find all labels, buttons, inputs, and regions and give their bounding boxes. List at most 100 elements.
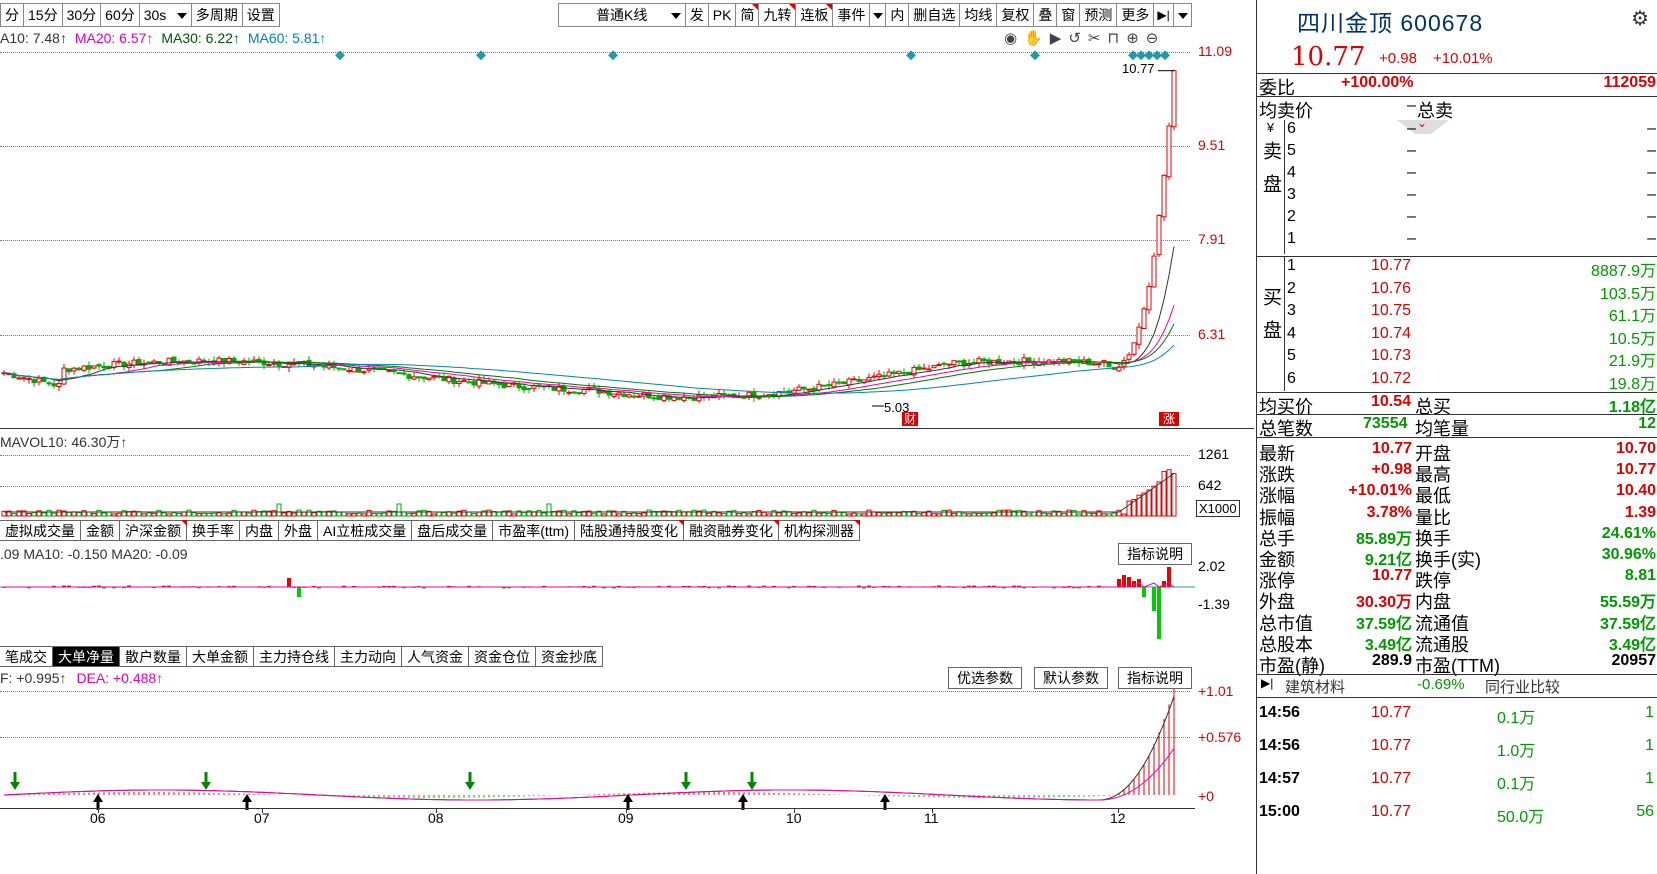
event-marker[interactable]: [906, 50, 916, 61]
kline-chart[interactable]: [0, 48, 1195, 428]
tool-jiuzhuan[interactable]: 九转: [759, 3, 797, 27]
event-dropdown[interactable]: [870, 3, 887, 27]
zoom-in-icon[interactable]: ⊕: [1126, 30, 1146, 47]
undo-icon[interactable]: ↺: [1068, 30, 1088, 47]
volume-bar: [301, 511, 307, 517]
x-axis-tick: [98, 808, 99, 813]
event-marker[interactable]: [476, 50, 486, 61]
tool-jian[interactable]: 简: [736, 3, 760, 27]
settings-button[interactable]: 设置: [242, 3, 280, 27]
indicator-tab[interactable]: 市盈率(ttm): [493, 520, 575, 541]
tool-fuquan[interactable]: 复权: [997, 3, 1035, 27]
candle: [271, 362, 277, 365]
indicator-tab[interactable]: 大单金额: [187, 646, 254, 667]
chart-area[interactable]: 分 15分 30分 60分 30s 多周期 设置 普通K线 发 PK 简 九转 …: [0, 0, 1254, 874]
indicator-tab[interactable]: 金额: [81, 520, 120, 541]
buy-level-row[interactable]: 2 10.76 103.5万: [1257, 280, 1657, 303]
tool-delete-watch[interactable]: 删自选: [909, 3, 961, 27]
tool-lianban[interactable]: 连板: [796, 3, 834, 27]
collapse-arrow-icon[interactable]: ▶|: [1261, 676, 1273, 690]
candle: [636, 395, 642, 398]
sell-level-row[interactable]: 5 – –: [1257, 142, 1657, 164]
industry-row[interactable]: ▶| 建筑材料 -0.69% 同行业比较: [1257, 676, 1657, 698]
tool-event[interactable]: 事件: [833, 3, 871, 27]
tool-more[interactable]: 更多: [1117, 3, 1155, 27]
volume-bar: [86, 511, 92, 517]
weibi-value: +100.00%: [1341, 74, 1414, 91]
eye-icon[interactable]: ◉: [1004, 30, 1024, 47]
indicator-tab[interactable]: 换手率: [187, 520, 240, 541]
event-marker[interactable]: [1030, 50, 1040, 61]
indicator-tab[interactable]: 外盘: [279, 520, 318, 541]
indicator-tab[interactable]: 资金仓位: [469, 646, 536, 667]
tool-nei[interactable]: 内: [886, 3, 910, 27]
indicator-tab[interactable]: AI立桩成交量: [318, 520, 413, 541]
sell-level-row[interactable]: 4 – –: [1257, 164, 1657, 186]
event-marker[interactable]: [1160, 50, 1170, 61]
tool-fa[interactable]: 发: [685, 3, 709, 27]
period-1min[interactable]: 分: [0, 3, 24, 27]
volume-bar: [936, 513, 942, 517]
candle: [391, 369, 397, 373]
volume-chart[interactable]: [0, 454, 1195, 518]
indicator-tab[interactable]: 盘后成交量: [412, 520, 494, 541]
tool-window[interactable]: 窗: [1057, 3, 1081, 27]
period-15min[interactable]: 15分: [24, 3, 63, 27]
indicator-tab[interactable]: 人气资金: [402, 646, 469, 667]
event-marker[interactable]: [335, 50, 345, 61]
price-axis-label: 9.51: [1198, 137, 1226, 153]
industry-name[interactable]: 建筑材料: [1285, 676, 1345, 697]
indicator-tab[interactable]: 散户数量: [120, 646, 187, 667]
buy-level-row[interactable]: 5 10.73 21.9万: [1257, 347, 1657, 370]
tool-forecast[interactable]: 预测: [1080, 3, 1118, 27]
sell-level-row[interactable]: 2 – –: [1257, 208, 1657, 230]
indicator-tab[interactable]: 内盘: [240, 520, 279, 541]
indicator1-explain-button[interactable]: 指标说明: [1118, 543, 1192, 565]
buy-level-row[interactable]: 3 10.75 61.1万: [1257, 302, 1657, 325]
macd-chart[interactable]: [0, 686, 1195, 811]
indicator-tab[interactable]: 陆股通持股变化: [575, 520, 684, 541]
kline-type-dropdown[interactable]: 普通K线: [557, 3, 686, 27]
buy-level-row[interactable]: 1 10.77 8887.9万: [1257, 257, 1657, 280]
volume-bar: [591, 512, 597, 517]
toolbar-overflow[interactable]: [1174, 3, 1193, 27]
hand-icon[interactable]: ✋: [1024, 30, 1050, 47]
tool-overlay[interactable]: 叠: [1034, 3, 1058, 27]
industry-compare-button[interactable]: 同行业比较: [1485, 676, 1560, 697]
candle: [26, 377, 32, 380]
indicator-tab[interactable]: 机构探测器: [779, 520, 860, 541]
sell-level-row[interactable]: 3 – –: [1257, 186, 1657, 208]
indicator1-chart[interactable]: [0, 563, 1195, 643]
period-60min[interactable]: 60分: [101, 3, 140, 27]
indicator-tab[interactable]: 大单净量: [53, 646, 120, 667]
indicator-tab[interactable]: 沪深金额: [120, 520, 187, 541]
sell-level-row[interactable]: 6 – –: [1257, 120, 1657, 142]
candle: [846, 378, 852, 386]
indicator-tab[interactable]: 虚拟成交量: [0, 520, 81, 541]
event-marker[interactable]: [608, 50, 618, 61]
multi-period-button[interactable]: 多周期: [191, 3, 243, 27]
indicator-tab[interactable]: 主力动向: [335, 646, 402, 667]
indicator-tab[interactable]: 资金抄底: [536, 646, 603, 667]
gear-icon[interactable]: ⚙: [1631, 6, 1649, 31]
tool-ma[interactable]: 均线: [960, 3, 998, 27]
volume-bar: [541, 512, 547, 517]
buy-level-row[interactable]: 6 10.72 19.8万: [1257, 370, 1657, 393]
indicator-tab[interactable]: 融资融券变化: [684, 520, 779, 541]
period-30min[interactable]: 30分: [62, 3, 102, 27]
buy-level-row[interactable]: 4 10.74 10.5万: [1257, 325, 1657, 348]
scissors-icon[interactable]: ✂: [1088, 30, 1108, 47]
period-30s-dropdown[interactable]: 30s: [139, 3, 192, 27]
indicator-tab[interactable]: 笔成交: [0, 646, 53, 667]
play-icon[interactable]: ▶: [1050, 30, 1069, 47]
zoom-out-icon[interactable]: ⊖: [1146, 30, 1166, 47]
lock-icon[interactable]: ⊓: [1107, 30, 1126, 47]
candle: [886, 371, 892, 377]
tool-pk[interactable]: PK: [708, 3, 737, 27]
sell-level-row[interactable]: 1 – –: [1257, 230, 1657, 252]
volume-bar: [1156, 481, 1162, 517]
indicator-tab[interactable]: 主力持仓线: [254, 646, 335, 667]
stock-title[interactable]: 四川金顶 600678: [1297, 4, 1483, 38]
volume-unit: X1000: [1196, 500, 1240, 517]
panel-toggle-icon[interactable]: ▶|: [1154, 3, 1175, 27]
